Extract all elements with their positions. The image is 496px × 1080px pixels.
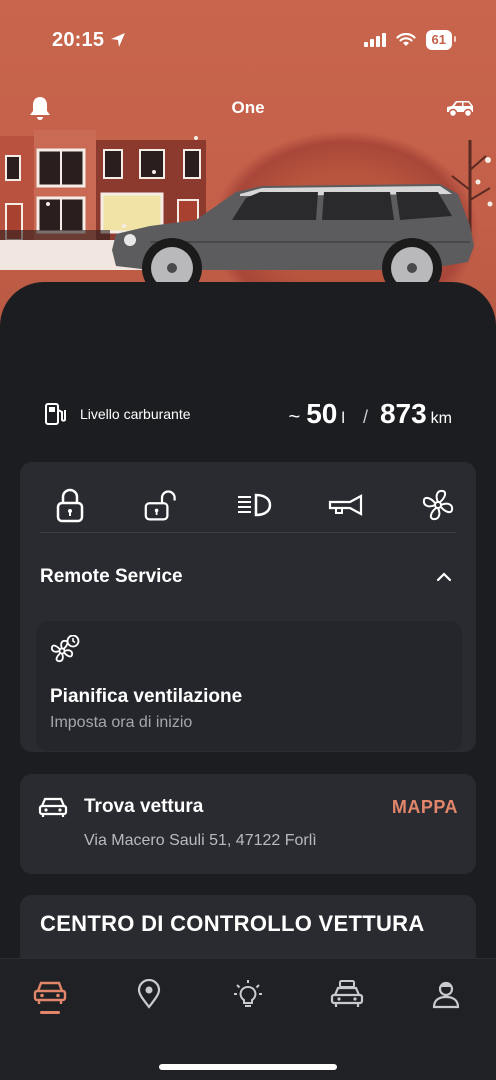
fuel-range-unit: km — [430, 410, 452, 427]
remote-service-header[interactable]: Remote Service — [20, 533, 476, 621]
car-front-icon — [38, 797, 68, 817]
lightbulb-icon — [234, 980, 262, 1007]
tab-bar — [0, 958, 496, 1080]
wifi-icon — [395, 33, 416, 46]
horn-button[interactable] — [328, 485, 364, 525]
fan-icon — [422, 489, 454, 521]
fuel-pump-icon — [45, 403, 66, 425]
control-center-title: CENTRO DI CONTROLLO VETTURA — [40, 911, 425, 936]
fuel-range: 873 — [379, 398, 427, 429]
header: One — [0, 88, 496, 128]
fuel-values: ~ 50 l / 873 km — [289, 398, 458, 430]
profile-icon — [432, 981, 460, 1009]
status-time: 20:15 — [52, 28, 105, 51]
tab-map[interactable] — [131, 979, 167, 1019]
unlock-icon — [144, 490, 176, 521]
fuel-approx: ~ — [288, 406, 301, 428]
car-front-icon — [33, 981, 67, 1004]
vehicle-switch-button[interactable] — [444, 92, 476, 124]
remote-service-card: Remote Service Pianifica ventilazione Im… — [20, 462, 476, 752]
tab-profile[interactable] — [428, 979, 464, 1019]
fuel-liters: 50 — [306, 398, 338, 429]
horn-icon — [328, 494, 363, 516]
tab-services[interactable] — [329, 979, 365, 1019]
car-side-icon — [447, 101, 473, 118]
find-vehicle-title: Trova vettura — [84, 796, 204, 817]
find-vehicle-header: Trova vettura MAPPA — [38, 796, 458, 818]
ventilation-button[interactable] — [420, 485, 456, 525]
fuel-liters-unit: l — [341, 410, 345, 427]
tab-ideas[interactable] — [230, 979, 266, 1019]
remote-service-title: Remote Service — [40, 566, 183, 587]
fan-clock-icon — [50, 634, 80, 663]
map-pin-icon — [137, 979, 161, 1009]
unlock-button[interactable] — [144, 485, 180, 525]
car-service-icon — [330, 980, 364, 1007]
find-vehicle-title-group: Trova vettura — [38, 796, 203, 818]
fuel-label-group: Livello carburante — [44, 402, 191, 426]
tab-vehicle[interactable] — [32, 979, 68, 1019]
lock-button[interactable] — [52, 485, 88, 525]
fuel-level-label: Livello carburante — [80, 406, 191, 422]
clock: 20:15 — [52, 29, 126, 52]
quick-actions — [20, 462, 476, 532]
lock-icon — [56, 488, 84, 523]
schedule-ventilation-subtitle: Imposta ora di inizio — [50, 714, 193, 731]
map-link[interactable]: MAPPA — [392, 797, 458, 818]
status-icons: 61 — [363, 30, 457, 50]
headlight-icon — [238, 493, 272, 517]
fuel-status[interactable]: Livello carburante ~ 50 l / 873 km — [44, 392, 458, 436]
notifications-button[interactable] — [24, 92, 56, 124]
page-title: One — [231, 98, 265, 117]
location-arrow-icon — [111, 33, 126, 47]
find-vehicle-card[interactable]: Trova vettura MAPPA Via Macero Sauli 51,… — [20, 774, 476, 874]
signal-icon — [363, 33, 386, 47]
active-tab-indicator — [40, 1011, 60, 1014]
bell-icon — [30, 97, 50, 120]
battery-indicator: 61 — [425, 30, 457, 50]
chevron-up-icon[interactable] — [436, 572, 452, 582]
fuel-separator: / — [362, 407, 368, 427]
status-bar: 20:15 61 — [0, 0, 496, 80]
schedule-ventilation-card[interactable]: Pianifica ventilazione Imposta ora di in… — [36, 621, 462, 751]
vehicle-address: Via Macero Sauli 51, 47122 Forlì — [84, 832, 317, 849]
home-indicator — [159, 1064, 337, 1070]
headlight-button[interactable] — [236, 485, 272, 525]
schedule-ventilation-title: Pianifica ventilazione — [50, 686, 243, 707]
